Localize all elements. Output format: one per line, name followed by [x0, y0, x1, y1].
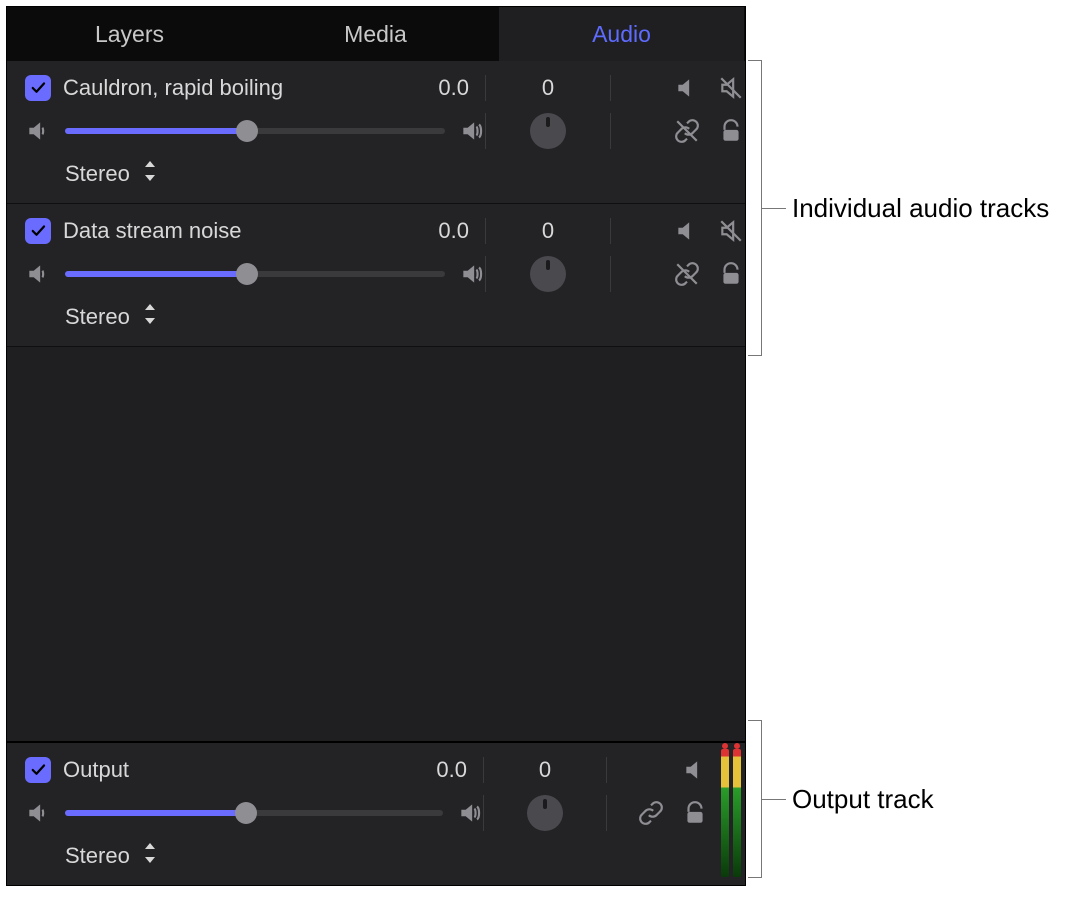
- volume-low-icon: [25, 118, 51, 144]
- track-level-value[interactable]: 0.0: [436, 757, 483, 783]
- link-icon[interactable]: [638, 800, 664, 826]
- track-enable-checkbox[interactable]: [25, 757, 51, 783]
- channel-select[interactable]: Stereo: [65, 304, 156, 330]
- solo-icon[interactable]: [718, 75, 744, 101]
- volume-high-icon: [459, 118, 485, 144]
- audio-track: Data stream noise 0.0 0: [7, 204, 745, 347]
- channel-label: Stereo: [65, 161, 130, 187]
- tab-audio[interactable]: Audio: [499, 7, 745, 61]
- mute-icon[interactable]: [682, 757, 708, 783]
- output-track: Output 0.0 0 Stereo: [7, 741, 745, 885]
- volume-high-icon: [459, 261, 485, 287]
- callout-label: Individual audio tracks: [792, 193, 1049, 224]
- track-name: Data stream noise: [63, 218, 426, 244]
- mute-icon[interactable]: [674, 218, 700, 244]
- slider-thumb[interactable]: [235, 802, 257, 824]
- track-list: Cauldron, rapid boiling 0.0 0: [7, 61, 745, 885]
- track-pan-value[interactable]: 0: [483, 757, 606, 783]
- volume-low-icon: [25, 261, 51, 287]
- audio-track: Cauldron, rapid boiling 0.0 0: [7, 61, 745, 204]
- track-name: Cauldron, rapid boiling: [63, 75, 426, 101]
- track-name: Output: [63, 757, 424, 783]
- pan-knob[interactable]: [527, 795, 563, 831]
- track-level-value[interactable]: 0.0: [438, 75, 485, 101]
- track-enable-checkbox[interactable]: [25, 218, 51, 244]
- lock-icon[interactable]: [718, 118, 744, 144]
- solo-icon[interactable]: [718, 218, 744, 244]
- volume-slider[interactable]: [65, 128, 445, 134]
- audio-panel: Layers Media Audio Cauldron, rapid boili…: [6, 6, 746, 886]
- link-icon[interactable]: [674, 261, 700, 287]
- channel-select[interactable]: Stereo: [65, 843, 156, 869]
- pan-knob[interactable]: [530, 256, 566, 292]
- tab-media[interactable]: Media: [253, 7, 499, 61]
- track-pan-value[interactable]: 0: [485, 218, 610, 244]
- volume-slider[interactable]: [65, 271, 445, 277]
- output-level-meter: [717, 741, 745, 885]
- empty-space: [7, 347, 745, 741]
- callout-label: Output track: [792, 784, 934, 815]
- updown-icon: [144, 161, 156, 187]
- volume-high-icon: [457, 800, 483, 826]
- channel-label: Stereo: [65, 304, 130, 330]
- channel-select[interactable]: Stereo: [65, 161, 156, 187]
- slider-thumb[interactable]: [236, 120, 258, 142]
- mute-icon[interactable]: [674, 75, 700, 101]
- callout-individual: Individual audio tracks: [748, 60, 1049, 356]
- track-level-value[interactable]: 0.0: [438, 218, 485, 244]
- link-icon[interactable]: [674, 118, 700, 144]
- updown-icon: [144, 843, 156, 869]
- volume-low-icon: [25, 800, 51, 826]
- lock-icon[interactable]: [682, 800, 708, 826]
- pan-knob[interactable]: [530, 113, 566, 149]
- lock-icon[interactable]: [718, 261, 744, 287]
- updown-icon: [144, 304, 156, 330]
- slider-thumb[interactable]: [236, 263, 258, 285]
- volume-slider[interactable]: [65, 810, 443, 816]
- track-enable-checkbox[interactable]: [25, 75, 51, 101]
- tab-layers[interactable]: Layers: [7, 7, 253, 61]
- panel-tabs: Layers Media Audio: [7, 7, 745, 61]
- callout-output: Output track: [748, 720, 934, 878]
- channel-label: Stereo: [65, 843, 130, 869]
- track-pan-value[interactable]: 0: [485, 75, 610, 101]
